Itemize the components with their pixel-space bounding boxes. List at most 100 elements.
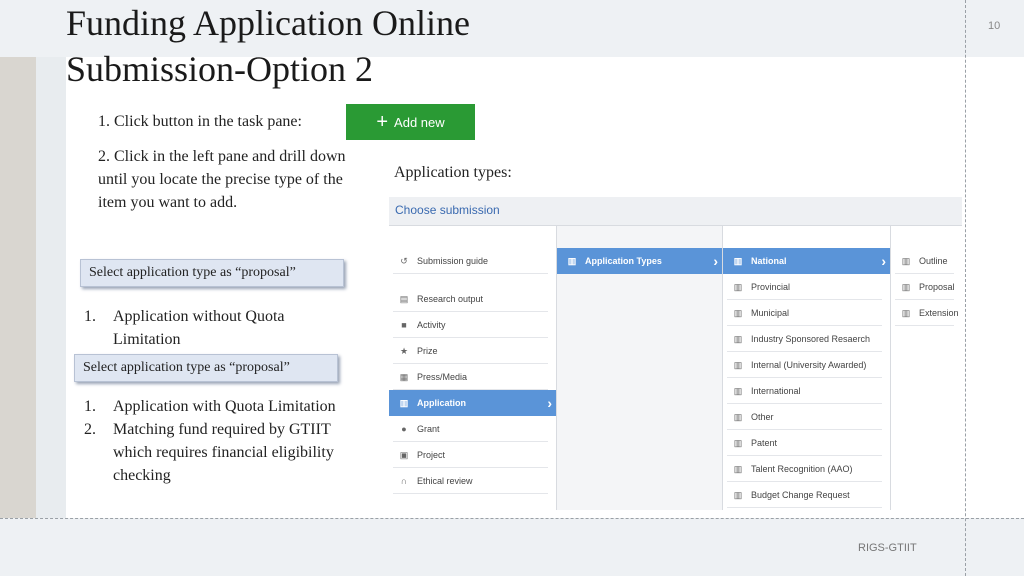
left-accent-bar-light: [36, 57, 66, 518]
proposal-callout-2: Select application type as “proposal”: [74, 354, 338, 382]
bars-icon: ▥: [733, 256, 743, 266]
list-item: 2. Matching fund required by GTIIT which…: [84, 418, 344, 487]
submission-item-extension[interactable]: ▥ Extension: [895, 300, 959, 326]
submission-item-industry-sponsored-resaerch[interactable]: ▥ Industry Sponsored Resaerch: [727, 326, 882, 352]
bars-icon: ▥: [733, 464, 743, 474]
submission-item-label: Patent: [751, 438, 778, 448]
slide-title-line-1: Funding Application Online: [66, 3, 470, 43]
funding-source-pane: ▥ National › ▥ Provincial ▥ Municipal ▥ Industry…: [723, 226, 891, 510]
list-item: 1. Application without Quota Limitation: [84, 305, 344, 351]
bars-icon: ▥: [901, 256, 911, 266]
list-item-number: 1.: [84, 308, 96, 325]
submission-screenshot: Choose submission ↺ Submission guide ▤ Rese…: [389, 197, 962, 510]
proposal-callout-1: Select application type as “proposal”: [80, 259, 344, 287]
submission-item-label: International: [751, 386, 801, 396]
application-types-label: Application types:: [394, 164, 512, 181]
left-accent-bar: [0, 57, 36, 518]
submission-item-research-output[interactable]: ▤ Research output: [393, 286, 548, 312]
slide-title: Funding Application Online Submission-Op…: [66, 0, 470, 92]
history-icon: ↺: [400, 256, 408, 266]
submission-item-other[interactable]: ▥ Other: [727, 404, 882, 430]
chevron-right-icon: ›: [713, 253, 718, 269]
submission-item-ethical-review[interactable]: ∩ Ethical review: [393, 468, 548, 494]
submission-item-label: Grant: [417, 424, 440, 434]
moneybag-icon: ●: [401, 424, 407, 434]
bars-icon: ▥: [567, 256, 577, 266]
list-item-number: 1.: [84, 398, 96, 415]
list-item-text: Application with Quota Limitation: [113, 398, 336, 415]
submission-item-label: National: [751, 256, 787, 266]
right-divider: [965, 0, 966, 576]
newspaper-icon: ▦: [399, 372, 409, 382]
submission-item-international[interactable]: ▥ International: [727, 378, 882, 404]
submission-item-outline[interactable]: ▥ Outline: [895, 248, 954, 274]
chevron-right-icon: ›: [881, 253, 886, 269]
chevron-right-icon: ›: [547, 395, 552, 411]
footer-label: RIGS-GTIIT: [858, 542, 917, 554]
submission-item-label: Extension: [919, 308, 959, 318]
bars-icon: ▥: [901, 282, 911, 292]
submission-item-application[interactable]: ▥ Application ›: [389, 390, 556, 416]
list-item-number: 2.: [84, 421, 96, 438]
page-number: 10: [988, 20, 1001, 32]
submission-item-municipal[interactable]: ▥ Municipal: [727, 300, 882, 326]
submission-item-label: Other: [751, 412, 774, 422]
submission-item-label: Submission guide: [417, 256, 489, 266]
submission-item-budget-change-request[interactable]: ▥ Budget Change Request: [727, 482, 882, 508]
bars-icon: ▥: [733, 490, 743, 500]
submission-item-patent[interactable]: ▥ Patent: [727, 430, 882, 456]
bars-icon: ▥: [733, 308, 743, 318]
submission-item-talent-recognition-aao[interactable]: ▥ Talent Recognition (AAO): [727, 456, 882, 482]
submission-category-pane: ↺ Submission guide ▤ Research output ■ Activi…: [389, 226, 557, 510]
bars-icon: ▥: [733, 360, 743, 370]
bars-icon: ▥: [399, 398, 409, 408]
submission-item-label: Municipal: [751, 308, 790, 318]
submission-item-press-media[interactable]: ▦ Press/Media: [393, 364, 548, 390]
application-types-pane: ▥ Application Types ›: [557, 226, 723, 510]
step-1-text: 1. Click button in the task pane:: [98, 113, 302, 130]
list-item: 1. Application with Quota Limitation: [84, 395, 344, 418]
slide-title-line-2: Submission-Option 2: [66, 49, 374, 89]
submission-item-label: Industry Sponsored Resaerch: [751, 334, 871, 344]
list-with-quota: 1. Application with Quota Limitation 2. …: [84, 395, 344, 487]
submission-item-activity[interactable]: ■ Activity: [393, 312, 548, 338]
submission-item-label: Activity: [417, 320, 446, 330]
submission-item-provincial[interactable]: ▥ Provincial: [727, 274, 882, 300]
bars-icon: ▥: [733, 412, 743, 422]
submission-item-grant[interactable]: ● Grant: [393, 416, 548, 442]
plus-icon: +: [376, 111, 389, 133]
submission-item-label: Talent Recognition (AAO): [751, 464, 853, 474]
trophy-icon: ★: [399, 346, 409, 356]
submission-item-label: Outline: [919, 256, 948, 266]
headphones-icon: ∩: [400, 476, 408, 486]
list-item-text: Matching fund required by GTIIT which re…: [113, 421, 334, 484]
briefcase-icon: ■: [401, 320, 407, 330]
list-item-text: Application without Quota Limitation: [113, 308, 285, 348]
cube-icon: ▣: [399, 450, 409, 460]
submission-item-proposal[interactable]: ▥ Proposal: [895, 274, 955, 300]
bars-icon: ▥: [733, 282, 743, 292]
submission-item-label: Project: [417, 450, 446, 460]
submission-item-label: Research output: [417, 294, 484, 304]
submission-item-label: Application Types: [585, 256, 662, 266]
bars-icon: ▥: [733, 386, 743, 396]
book-icon: ▤: [399, 294, 409, 304]
footer-divider: [0, 518, 1024, 519]
bars-icon: ▥: [733, 438, 743, 448]
choose-submission-header: Choose submission: [389, 197, 962, 226]
submission-item-label: Provincial: [751, 282, 791, 292]
submission-item-prize[interactable]: ★ Prize: [393, 338, 548, 364]
submission-item-internal-university-awarded[interactable]: ▥ Internal (University Awarded): [727, 352, 882, 378]
submission-item-national[interactable]: ▥ National ›: [723, 248, 890, 274]
submission-item-application-types[interactable]: ▥ Application Types ›: [557, 248, 722, 274]
submission-item-label: Prize: [417, 346, 438, 356]
submission-item-label: Internal (University Awarded): [751, 360, 867, 370]
submission-item-project[interactable]: ▣ Project: [393, 442, 548, 468]
submission-item-submission-guide[interactable]: ↺ Submission guide: [393, 248, 548, 274]
add-new-label: Add new: [394, 114, 445, 130]
submission-item-label: Proposal: [919, 282, 955, 292]
step-2-text: 2. Click in the left pane and drill down…: [98, 148, 346, 211]
list-without-quota: 1. Application without Quota Limitation: [84, 305, 344, 351]
submission-item-label: Press/Media: [417, 372, 468, 382]
add-new-button[interactable]: + Add new: [346, 104, 475, 140]
